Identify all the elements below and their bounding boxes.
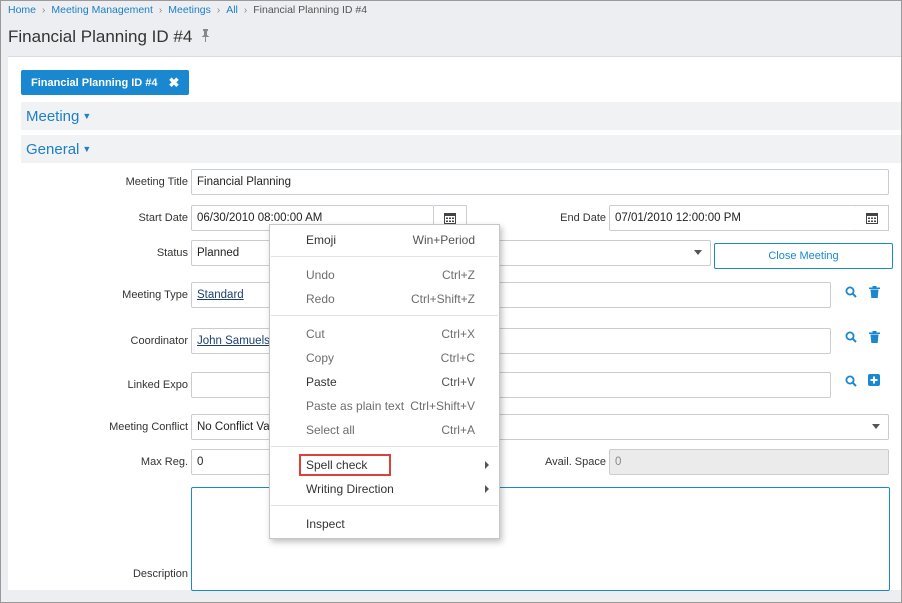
menu-item-label: Cut bbox=[306, 327, 325, 341]
spell-check-highlight bbox=[299, 454, 391, 476]
menu-item-paste[interactable]: Paste Ctrl+V bbox=[270, 371, 499, 393]
menu-divider bbox=[271, 256, 498, 257]
menu-item-shortcut: Ctrl+Shift+Z bbox=[410, 292, 475, 306]
search-icon[interactable] bbox=[844, 285, 858, 299]
add-icon[interactable] bbox=[867, 373, 881, 387]
start-date-label: Start Date bbox=[138, 212, 188, 224]
status-label: Status bbox=[156, 247, 188, 259]
meeting-conflict-label: Meeting Conflict bbox=[109, 421, 188, 433]
search-icon[interactable] bbox=[844, 330, 858, 344]
menu-item-label: Emoji bbox=[306, 233, 337, 247]
search-icon[interactable] bbox=[844, 374, 858, 388]
menu-item-shortcut: Ctrl+C bbox=[440, 351, 475, 365]
menu-item-label: Undo bbox=[306, 268, 335, 282]
section-general-title: General bbox=[26, 140, 80, 158]
end-date-calendar-button[interactable] bbox=[856, 205, 889, 231]
menu-item-label: Inspect bbox=[306, 517, 345, 531]
pin-icon[interactable] bbox=[200, 29, 211, 45]
menu-item-cut[interactable]: Cut Ctrl+X bbox=[270, 323, 499, 345]
breadcrumb-meeting-management[interactable]: Meeting Management bbox=[51, 4, 153, 16]
menu-item-undo[interactable]: Undo Ctrl+Z bbox=[270, 264, 499, 286]
section-meeting-title: Meeting bbox=[26, 107, 80, 125]
menu-item-label: Copy bbox=[306, 351, 335, 365]
trash-icon[interactable] bbox=[867, 330, 881, 344]
menu-item-label: Paste as plain text bbox=[306, 399, 405, 413]
submenu-arrow-icon bbox=[485, 485, 489, 493]
breadcrumb-current: Financial Planning ID #4 bbox=[253, 4, 368, 16]
menu-divider bbox=[271, 446, 498, 447]
meeting-title-input[interactable]: Financial Planning bbox=[191, 169, 889, 195]
menu-item-label: Writing Direction bbox=[306, 482, 394, 496]
menu-item-label: Paste bbox=[306, 375, 337, 389]
trash-icon[interactable] bbox=[867, 285, 881, 299]
chevron-right-icon: › bbox=[243, 4, 248, 16]
chevron-right-icon: › bbox=[42, 4, 46, 16]
breadcrumb: Home › Meeting Management › Meetings › A… bbox=[8, 4, 367, 16]
close-icon[interactable]: ✖ bbox=[169, 75, 180, 91]
end-date-value: 07/01/2010 12:00:00 PM bbox=[615, 212, 741, 224]
menu-item-label: Select all bbox=[306, 423, 355, 437]
record-tab[interactable]: Financial Planning ID #4 ✖ bbox=[21, 70, 190, 95]
linked-expo-label: Linked Expo bbox=[127, 379, 188, 391]
context-menu: Emoji Win+Period Undo Ctrl+Z Redo Ctrl+S… bbox=[269, 224, 500, 539]
avail-space-value: 0 bbox=[615, 456, 622, 468]
record-tab-label: Financial Planning ID #4 bbox=[31, 76, 158, 89]
meeting-title-label: Meeting Title bbox=[125, 176, 188, 188]
app-frame: Home › Meeting Management › Meetings › A… bbox=[0, 0, 902, 603]
menu-item-emoji[interactable]: Emoji Win+Period bbox=[270, 229, 499, 251]
chevron-right-icon: › bbox=[216, 4, 221, 16]
max-reg-value: 0 bbox=[197, 456, 204, 468]
breadcrumb-all[interactable]: All bbox=[226, 4, 238, 16]
breadcrumb-home[interactable]: Home bbox=[8, 4, 36, 16]
status-value: Planned bbox=[197, 247, 240, 259]
menu-item-shortcut: Ctrl+Shift+V bbox=[410, 399, 475, 413]
menu-item-select-all[interactable]: Select all Ctrl+A bbox=[270, 419, 499, 441]
meeting-title-value: Financial Planning bbox=[197, 176, 291, 188]
meeting-type-label: Meeting Type bbox=[122, 289, 188, 301]
section-general-header[interactable]: General ▼ bbox=[21, 135, 901, 163]
menu-divider bbox=[271, 315, 498, 316]
menu-item-shortcut: Ctrl+V bbox=[441, 375, 475, 389]
dropdown-arrow-icon bbox=[872, 424, 880, 429]
meeting-conflict-value: No Conflict Val bbox=[197, 421, 273, 433]
breadcrumb-meetings[interactable]: Meetings bbox=[168, 4, 211, 16]
menu-item-copy[interactable]: Copy Ctrl+C bbox=[270, 347, 499, 369]
menu-item-writing-direction[interactable]: Writing Direction bbox=[270, 478, 499, 500]
calendar-icon bbox=[866, 213, 878, 224]
avail-space-input: 0 bbox=[609, 449, 889, 475]
menu-item-paste-plain-text[interactable]: Paste as plain text Ctrl+Shift+V bbox=[270, 395, 499, 417]
menu-item-inspect[interactable]: Inspect bbox=[270, 513, 499, 535]
submenu-arrow-icon bbox=[485, 461, 489, 469]
menu-divider bbox=[271, 505, 498, 506]
menu-item-shortcut: Ctrl+X bbox=[441, 327, 475, 341]
coordinator-label: Coordinator bbox=[130, 335, 188, 347]
dropdown-arrow-icon bbox=[694, 250, 702, 255]
end-date-input[interactable]: 07/01/2010 12:00:00 PM bbox=[609, 205, 857, 231]
coordinator-link[interactable]: John Samuels bbox=[197, 335, 270, 347]
description-label: Description bbox=[132, 568, 188, 580]
caret-down-icon: ▼ bbox=[82, 111, 92, 121]
menu-item-shortcut: Ctrl+A bbox=[441, 423, 475, 437]
section-meeting-header[interactable]: Meeting ▼ bbox=[21, 102, 901, 130]
menu-item-shortcut: Win+Period bbox=[412, 233, 475, 247]
page-title: Financial Planning ID #4 bbox=[8, 27, 211, 47]
menu-item-redo[interactable]: Redo Ctrl+Shift+Z bbox=[270, 288, 499, 310]
caret-down-icon: ▼ bbox=[82, 144, 92, 154]
start-date-value: 06/30/2010 08:00:00 AM bbox=[197, 212, 323, 224]
chevron-right-icon: › bbox=[158, 4, 163, 16]
meeting-type-link[interactable]: Standard bbox=[197, 289, 244, 301]
end-date-label: End Date bbox=[560, 212, 606, 224]
menu-item-shortcut: Ctrl+Z bbox=[442, 268, 475, 282]
menu-item-label: Redo bbox=[306, 292, 335, 306]
close-meeting-button[interactable]: Close Meeting bbox=[714, 243, 893, 269]
page-title-text: Financial Planning ID #4 bbox=[8, 27, 193, 46]
max-reg-label: Max Reg. bbox=[140, 456, 188, 468]
